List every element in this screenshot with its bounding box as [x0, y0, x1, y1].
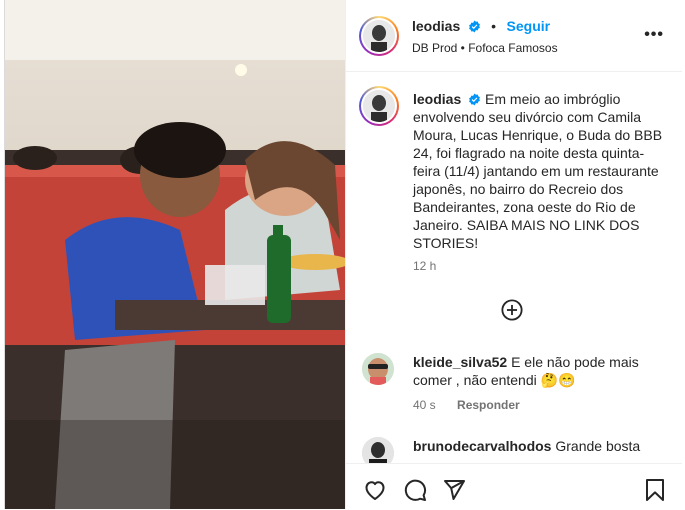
post-header: leodias • Seguir DB Prod • Fofoca Famoso… — [346, 0, 682, 72]
author-avatar[interactable] — [359, 16, 399, 56]
heart-icon[interactable] — [363, 478, 387, 502]
follow-button[interactable]: Seguir — [507, 18, 551, 34]
post-location[interactable]: DB Prod • Fofoca Famosos — [412, 41, 558, 55]
comment-time: 40 s — [413, 398, 436, 412]
verified-badge-icon — [469, 93, 481, 106]
commenter-avatar[interactable] — [362, 353, 394, 385]
header-separator: • — [491, 18, 497, 34]
post-timestamp[interactable]: 12 h — [413, 259, 436, 273]
caption-username[interactable]: leodias — [413, 91, 461, 107]
post-caption: leodias Em meio ao imbróglio envolvendo … — [413, 90, 668, 252]
avatar-photo — [363, 20, 395, 52]
post-video[interactable] — [5, 0, 345, 509]
post-actions-bar — [346, 463, 682, 510]
comment-username[interactable]: kleide_silva52 — [413, 354, 507, 370]
author-username[interactable]: leodias — [412, 18, 460, 34]
comment-bubble-icon[interactable] — [403, 478, 427, 502]
reply-button[interactable]: Responder — [457, 398, 520, 412]
verified-badge-icon — [468, 20, 480, 33]
more-options-icon[interactable]: ••• — [644, 26, 664, 44]
avatar-photo — [363, 90, 395, 122]
comment-item: kleide_silva52 E ele não pode mais comer… — [362, 353, 672, 423]
video-frame-image — [5, 0, 345, 509]
comment-username[interactable]: brunodecarvalhodos — [413, 438, 551, 454]
paper-plane-icon[interactable] — [442, 478, 466, 502]
post-side-panel: leodias • Seguir DB Prod • Fofoca Famoso… — [345, 0, 682, 510]
comment-text: Grande bosta — [555, 438, 641, 454]
avatar-photo — [362, 353, 394, 385]
caption-text: Em meio ao imbróglio envolvendo seu divó… — [413, 91, 663, 251]
plus-circle-icon[interactable] — [501, 299, 523, 321]
bookmark-icon[interactable] — [644, 478, 666, 502]
caption-author-avatar[interactable] — [359, 86, 399, 126]
